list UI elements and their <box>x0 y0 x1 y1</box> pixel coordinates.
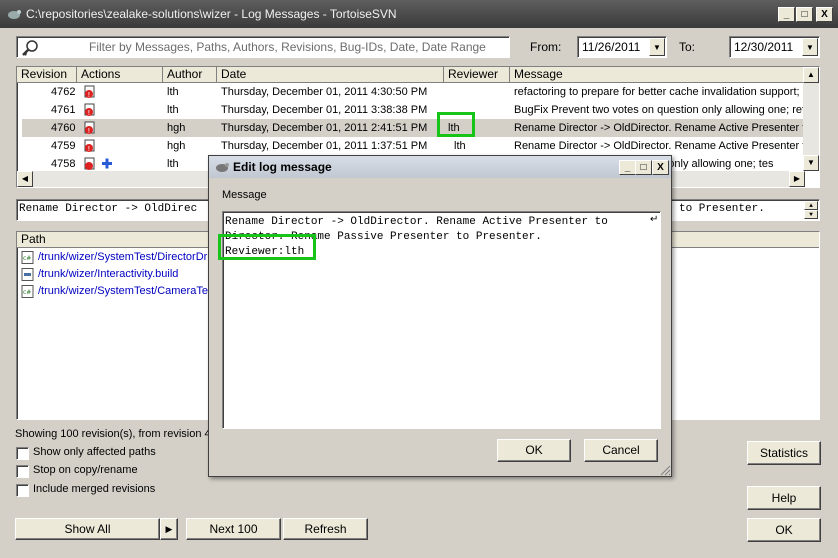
author-cell: lth <box>167 104 179 116</box>
next-100-button[interactable]: Next 100 <box>186 518 281 540</box>
scroll-up-icon[interactable]: ▲ <box>803 67 819 83</box>
maximize-button[interactable]: □ <box>796 7 813 22</box>
close-button[interactable]: X <box>816 7 833 22</box>
dialog-ok-button[interactable]: OK <box>497 439 571 462</box>
column-header-reviewer[interactable]: Reviewer <box>444 67 510 83</box>
date-cell: Thursday, December 01, 2011 4:30:50 PM <box>221 86 428 98</box>
stop-on-copy-label: Stop on copy/rename <box>33 464 138 476</box>
dialog-title-bar[interactable]: Edit log message _ □ X <box>209 156 671 178</box>
message-cell: Rename Director -> OldDirector. Rename A… <box>514 122 804 134</box>
build-file-icon <box>21 267 34 281</box>
dialog-cancel-button[interactable]: Cancel <box>584 439 658 462</box>
ok-button[interactable]: OK <box>747 518 821 542</box>
scroll-down-icon[interactable]: ▼ <box>803 155 819 171</box>
revision-cell: 4760 <box>51 122 76 134</box>
include-merged-label: Include merged revisions <box>33 483 156 495</box>
path-text: /trunk/wizer/Interactivity.build <box>38 268 179 280</box>
revision-list-vertical-scrollbar[interactable]: ▲ ▼ <box>803 67 819 171</box>
chevron-down-icon[interactable]: ▼ <box>649 38 665 56</box>
from-date-picker[interactable]: 11/26/2011 ▼ <box>577 36 667 58</box>
minimize-button[interactable]: _ <box>778 7 795 22</box>
list-item[interactable]: c# /trunk/wizer/SystemTest/DirectorDr <box>21 249 207 266</box>
dialog-title: Edit log message <box>233 160 332 174</box>
csharp-file-icon: c# <box>21 250 34 264</box>
title-bar[interactable]: C:\repositories\zealake-solutions\wizer … <box>0 0 838 28</box>
dialog-close-button[interactable]: X <box>652 160 669 175</box>
revision-cell: 4761 <box>51 104 76 116</box>
include-merged-checkbox[interactable] <box>16 484 29 497</box>
author-cell: hgh <box>167 140 186 152</box>
table-row[interactable]: 4761 ! lth Thursday, December 01, 2011 3… <box>17 101 804 119</box>
to-label: To: <box>679 40 696 54</box>
wrap-indicator-icon: ↵ <box>650 214 659 225</box>
date-cell: Thursday, December 01, 2011 2:41:51 PM <box>221 122 428 134</box>
show-affected-paths-checkbox[interactable] <box>16 447 29 460</box>
date-cell: Thursday, December 01, 2011 1:37:51 PM <box>221 140 428 152</box>
reviewer-highlight <box>437 112 475 137</box>
tortoise-app-icon <box>8 10 21 19</box>
revision-cell: 4762 <box>51 86 76 98</box>
edit-log-message-dialog[interactable]: Edit log message _ □ X Message Rename Di… <box>208 155 672 477</box>
from-date-value: 11/26/2011 <box>582 40 641 54</box>
path-text: /trunk/wizer/SystemTest/CameraTe <box>38 285 208 297</box>
list-item[interactable]: c# /trunk/wizer/SystemTest/CameraTe <box>21 283 208 300</box>
svg-text:!: ! <box>88 127 91 135</box>
revision-cell: 4759 <box>51 140 76 152</box>
column-header-actions[interactable]: Actions <box>77 67 163 83</box>
refresh-button[interactable]: Refresh <box>283 518 368 540</box>
svg-text:!: ! <box>88 91 91 99</box>
reviewer-line-highlight <box>218 234 316 260</box>
resize-grip-icon[interactable] <box>659 464 671 476</box>
scroll-up-icon[interactable]: ▲ <box>804 201 818 210</box>
scroll-left-icon[interactable]: ◀ <box>17 171 33 187</box>
message-cell: BugFix Prevent two votes on question onl… <box>514 104 804 116</box>
search-icon[interactable] <box>21 39 39 57</box>
scroll-down-icon[interactable]: ▼ <box>804 210 818 219</box>
to-date-value: 12/30/2011 <box>734 40 794 54</box>
message-cell: refactoring to prepare for better cache … <box>514 86 800 98</box>
message-label: Message <box>222 189 267 201</box>
message-preview-text-end: to Presenter. <box>679 203 765 215</box>
filter-placeholder: Filter by Messages, Paths, Authors, Revi… <box>89 40 486 54</box>
to-date-picker[interactable]: 12/30/2011 ▼ <box>729 36 820 58</box>
message-line: Rename Director -> OldDirector. Rename A… <box>225 216 608 228</box>
column-header-author[interactable]: Author <box>163 67 217 83</box>
show-affected-paths-label: Show only affected paths <box>33 446 156 458</box>
revision-count-status: Showing 100 revision(s), from revision 4 <box>15 428 211 440</box>
filter-input[interactable]: Filter by Messages, Paths, Authors, Revi… <box>16 36 510 58</box>
list-item[interactable]: /trunk/wizer/Interactivity.build <box>21 266 178 283</box>
chevron-down-icon[interactable]: ▼ <box>802 38 818 56</box>
scroll-right-icon[interactable]: ▶ <box>789 171 805 187</box>
svg-text:!: ! <box>88 145 91 153</box>
dialog-minimize-button[interactable]: _ <box>619 160 636 175</box>
author-cell: hgh <box>167 122 186 134</box>
tortoise-app-icon <box>216 163 229 172</box>
window-title: C:\repositories\zealake-solutions\wizer … <box>26 7 397 21</box>
author-cell: lth <box>167 86 179 98</box>
statistics-button[interactable]: Statistics <box>747 441 821 465</box>
table-row[interactable]: 4762 ! lth Thursday, December 01, 2011 4… <box>17 83 803 101</box>
svg-text:c#: c# <box>23 255 31 262</box>
help-button[interactable]: Help <box>747 486 821 510</box>
show-all-dropdown-icon[interactable]: ▶ <box>160 518 178 540</box>
svg-text:!: ! <box>88 109 91 117</box>
table-row[interactable]: 4759 ! hgh Thursday, December 01, 2011 1… <box>17 137 804 155</box>
from-label: From: <box>530 40 562 54</box>
csharp-file-icon: c# <box>21 284 34 298</box>
dialog-maximize-button[interactable]: □ <box>635 160 652 175</box>
show-all-button[interactable]: Show All <box>15 518 160 540</box>
svg-text:c#: c# <box>23 289 31 296</box>
message-cell: Rename Director -> OldDirector. Rename A… <box>514 140 804 152</box>
table-row[interactable]: 4760 ! hgh Thursday, December 01, 2011 2… <box>22 119 804 137</box>
stop-on-copy-checkbox[interactable] <box>16 465 29 478</box>
date-cell: Thursday, December 01, 2011 3:38:38 PM <box>221 104 428 116</box>
reviewer-cell: lth <box>454 140 466 152</box>
column-header-message[interactable]: Message <box>510 67 806 83</box>
column-header-date[interactable]: Date <box>217 67 444 83</box>
message-preview-text: Rename Director -> OldDirec <box>19 203 198 215</box>
path-text: /trunk/wizer/SystemTest/DirectorDr <box>38 251 208 263</box>
column-header-revision[interactable]: Revision <box>17 67 77 83</box>
